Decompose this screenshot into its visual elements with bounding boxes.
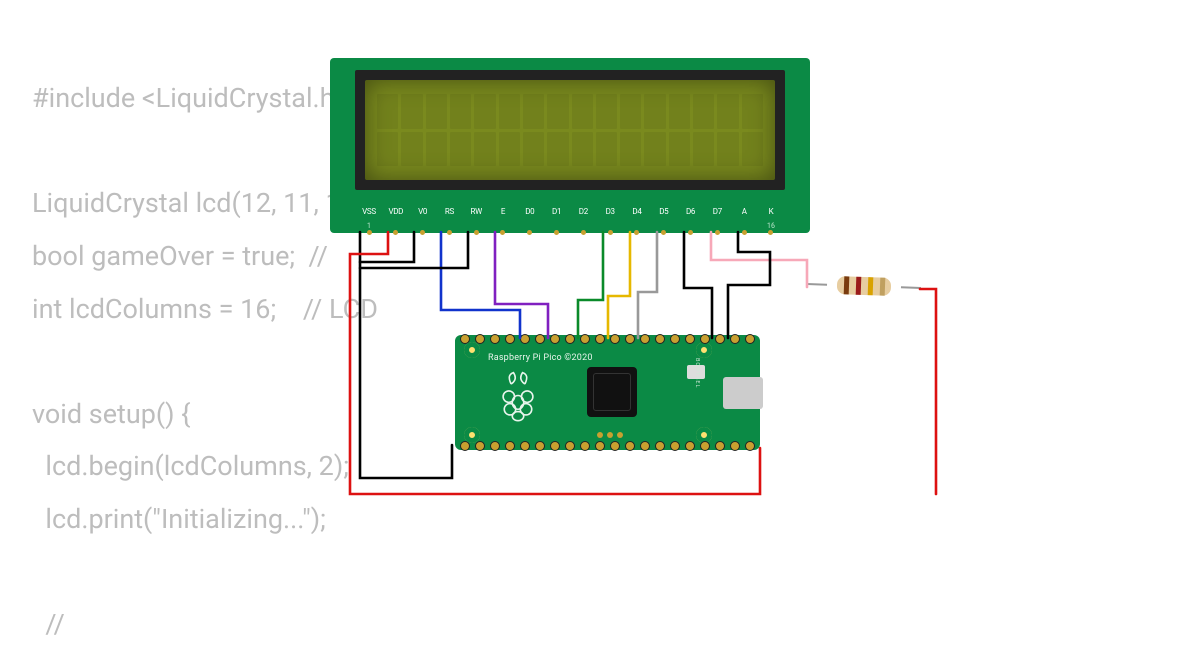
micro-usb-port bbox=[723, 377, 763, 409]
circuit-diagram: VSSVDDV0RSRWED0D1D2D3D4D5D6D7AK 116 Rasp… bbox=[0, 0, 1200, 630]
pico-debug-pins bbox=[597, 432, 623, 438]
lcd-screen bbox=[365, 80, 775, 180]
pico-silkscreen-label: Raspberry Pi Pico ©2020 bbox=[488, 353, 593, 363]
bootsel-label: BOOTSEL bbox=[694, 358, 700, 389]
lcd-char-grid bbox=[377, 94, 763, 166]
rp2040-chip-icon bbox=[587, 367, 637, 417]
resistor-body bbox=[837, 276, 892, 296]
lcd-solder-pads bbox=[358, 230, 782, 236]
lcd-bezel bbox=[355, 70, 785, 190]
raspberry-pi-pico: Raspberry Pi Pico ©2020 BOOTSEL bbox=[455, 335, 760, 450]
raspberry-logo-icon bbox=[495, 368, 541, 423]
resistor bbox=[825, 274, 904, 299]
pico-bottom-pins bbox=[460, 441, 755, 451]
lcd-pin-labels: VSSVDDV0RSRWED0D1D2D3D4D5D6D7AK bbox=[358, 207, 782, 216]
lcd-pin-numbers: 116 bbox=[358, 222, 782, 230]
lcd-1602-module: VSSVDDV0RSRWED0D1D2D3D4D5D6D7AK 116 bbox=[330, 58, 810, 233]
pico-top-pins bbox=[460, 334, 755, 344]
